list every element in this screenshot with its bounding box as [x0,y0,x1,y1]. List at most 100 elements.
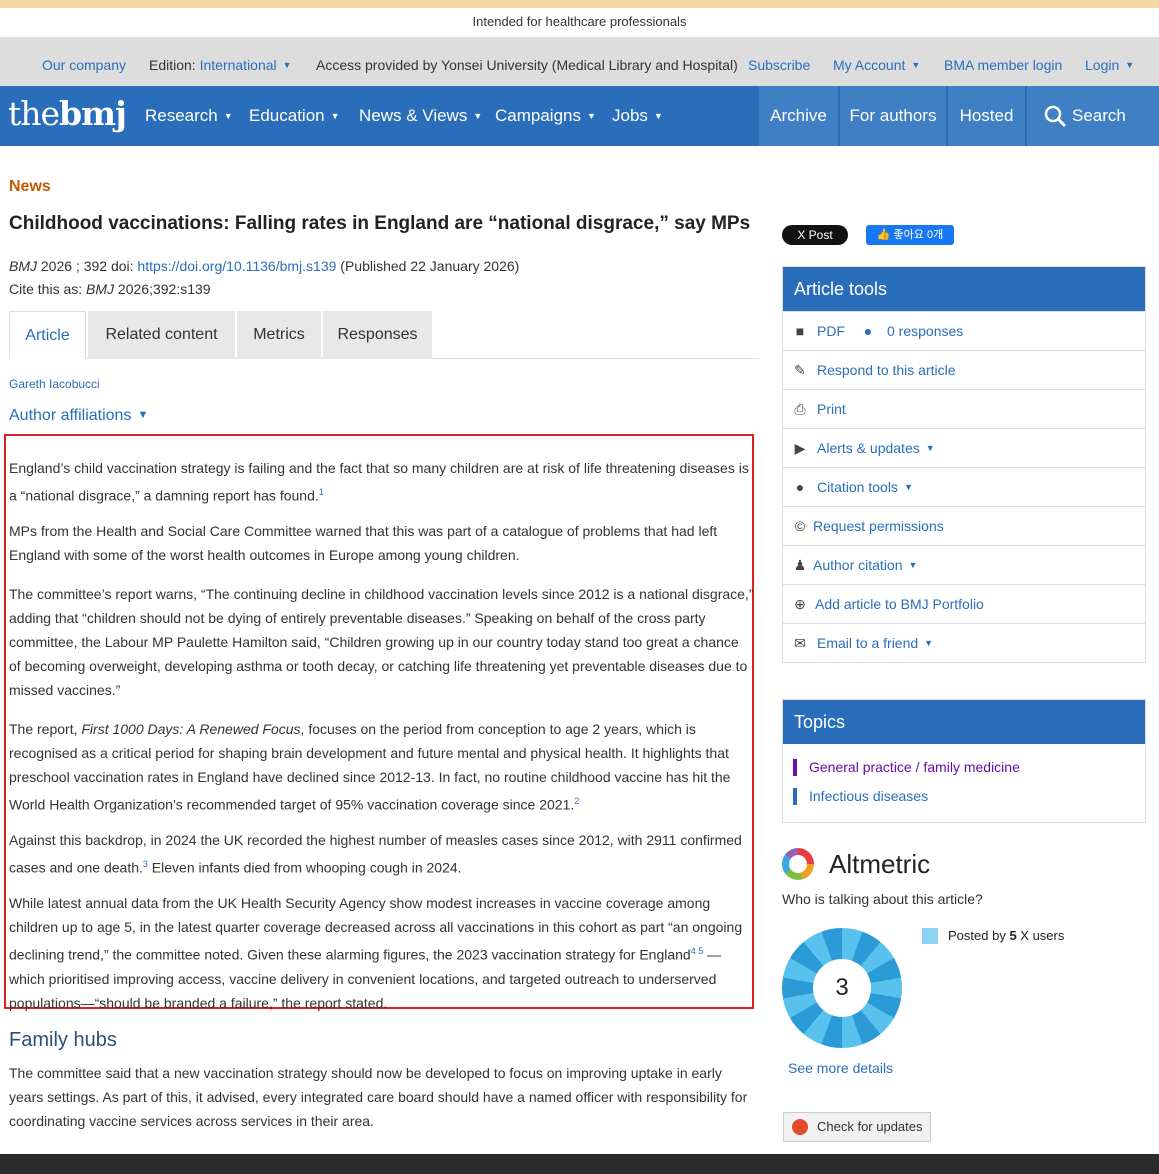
topic-general-practice[interactable]: General practice / family medicine [783,753,1145,782]
tool-row-permissions[interactable]: © Request permissions [783,506,1145,545]
nav-for-authors[interactable]: For authors [840,86,946,146]
chevron-down-icon: ▼ [1125,60,1135,70]
altmetric-logo-icon [782,848,814,880]
my-account-label: My Account [833,57,906,73]
paragraph-6-text-a: While latest annual data from the UK Hea… [9,895,743,963]
chevron-down-icon: ▼ [925,443,935,453]
topics-heading: Topics [783,700,1145,744]
login-menu[interactable]: Login ▼ [1085,38,1134,92]
subscribe-link[interactable]: Subscribe [748,38,810,92]
altmetric-question: Who is talking about this article? [782,891,983,907]
edition-label: Edition: [149,57,196,73]
copyright-icon: © [794,518,806,534]
author-affiliations-toggle[interactable]: Author affiliations ▼ [9,407,148,425]
topic-color-bar [793,759,797,776]
nav-archive[interactable]: Archive [759,86,838,146]
tool-row-author-citation[interactable]: ♟ Author citation ▼ [783,545,1145,584]
search-label: Search [1072,106,1126,125]
altmetric-score: 3 [813,959,871,1017]
alerts-label: Alerts & updates [817,440,920,456]
tool-row-citation[interactable]: ● Citation tools ▼ [783,467,1145,506]
nav-news-views[interactable]: News & Views ▼ [359,86,482,146]
topics-panel: Topics General practice / family medicin… [782,699,1146,823]
altmetric-donut[interactable]: 3 [782,928,902,1048]
pdf-link[interactable]: PDF [817,312,845,351]
citation-line: BMJ 2026 ; 392 doi: https://doi.org/10.1… [9,255,519,278]
permissions-link: Request permissions [813,518,944,534]
my-account-menu[interactable]: My Account ▼ [833,38,920,92]
tab-responses[interactable]: Responses [323,311,432,359]
edition-selector[interactable]: Edition: International ▼ [149,38,292,92]
posted-count: 5 [1009,928,1017,943]
chevron-down-icon: ▼ [924,638,934,648]
main-nav: thebmj Research ▼ Education ▼ News & Views… [0,86,1159,146]
check-updates-label: Check for updates [817,1119,923,1134]
nav-jobs[interactable]: Jobs ▼ [612,86,663,146]
tool-row-pdf: ■ PDF ● 0 responses [783,311,1145,350]
tool-row-print[interactable]: ⎙ Print [783,389,1145,428]
megaphone-icon: ▶ [794,440,806,456]
paragraph-5: Against this backdrop, in 2024 the UK re… [9,828,754,880]
nav-research[interactable]: Research ▼ [145,86,233,146]
chevron-down-icon: ▼ [911,60,921,70]
nav-education[interactable]: Education ▼ [249,86,340,146]
our-company-link[interactable]: Our company [42,38,126,92]
topic-infectious-diseases[interactable]: Infectious diseases [783,782,1145,811]
hcp-banner: Intended for healthcare professionals [0,8,1159,38]
see-more-details-link[interactable]: See more details [788,1060,893,1076]
responses-link[interactable]: 0 responses [887,312,963,351]
paragraph-4: The report, First 1000 Days: A Renewed F… [9,717,754,817]
citation-label: Citation tools [817,479,898,495]
section-label: News [9,178,51,195]
tool-row-email[interactable]: ✉ Email to a friend ▼ [783,623,1145,662]
bma-login-link[interactable]: BMA member login [944,38,1062,92]
cite-as-line: Cite this as: BMJ 2026;392:s139 [9,278,519,301]
paragraph-5-text-b: Eleven infants died from whooping cough … [147,859,462,876]
bmj-logo[interactable]: thebmj [8,94,127,134]
chevron-down-icon: ▼ [223,111,233,121]
author-link[interactable]: Gareth Iacobucci [9,377,100,391]
article-meta: BMJ 2026 ; 392 doi: https://doi.org/10.1… [9,255,519,301]
bottom-bar [0,1154,1159,1174]
topic-label: General practice / family medicine [809,759,1020,775]
published-date: (Published 22 January 2026) [336,258,520,274]
print-link: Print [817,401,846,417]
access-provided-text: Access provided by Yonsei University (Me… [316,57,738,73]
edition-value: International [199,57,277,73]
author-citation-label: Author citation [813,557,903,573]
facebook-like-button[interactable]: 👍 좋아요 0개 [866,225,954,245]
tab-related-content[interactable]: Related content [88,311,235,359]
chevron-down-icon: ▼ [473,111,483,121]
x-legend-swatch [922,928,938,944]
nav-hosted[interactable]: Hosted [948,86,1025,146]
utility-bar: Our company Edition: International ▼ Acce… [0,38,1159,86]
tab-article[interactable]: Article [9,311,86,359]
doi-link[interactable]: https://doi.org/10.1136/bmj.s139 [137,258,336,274]
portfolio-link: Add article to BMJ Portfolio [815,596,984,612]
cite-label: Cite this as: [9,281,87,297]
reference-4-5[interactable]: 4 5 [691,946,704,956]
tab-metrics[interactable]: Metrics [237,311,321,359]
tool-row-portfolio[interactable]: ⊕ Add article to BMJ Portfolio [783,584,1145,623]
login-label: Login [1085,57,1120,73]
tool-row-alerts[interactable]: ▶ Alerts & updates ▼ [783,428,1145,467]
cite-journal: BMJ [86,281,115,297]
tool-row-respond[interactable]: ✎ Respond to this article [783,350,1145,389]
nav-news-views-label: News & Views [359,106,468,125]
globe-icon: ● [795,479,805,495]
altmetric-name: Altmetric [829,849,931,879]
edit-icon: ✎ [794,362,806,378]
check-for-updates-button[interactable]: Check for updates [783,1112,931,1142]
user-icon: ♟ [793,557,807,573]
paragraph-3: The committee’s report warns, “The conti… [9,586,754,698]
search-button[interactable]: Search [1027,86,1159,146]
email-label: Email to a friend [817,635,919,651]
reference-2[interactable]: 2 [574,796,579,806]
envelope-icon: ✉ [794,635,806,651]
paragraph-7: The committee said that a new vaccinatio… [9,1065,748,1129]
chevron-down-icon: ▼ [587,111,596,121]
nav-campaigns[interactable]: Campaigns ▼ [495,86,596,146]
x-post-button[interactable]: X Post [782,225,848,245]
topic-label: Infectious diseases [809,788,929,804]
reference-1[interactable]: 1 [319,487,324,497]
